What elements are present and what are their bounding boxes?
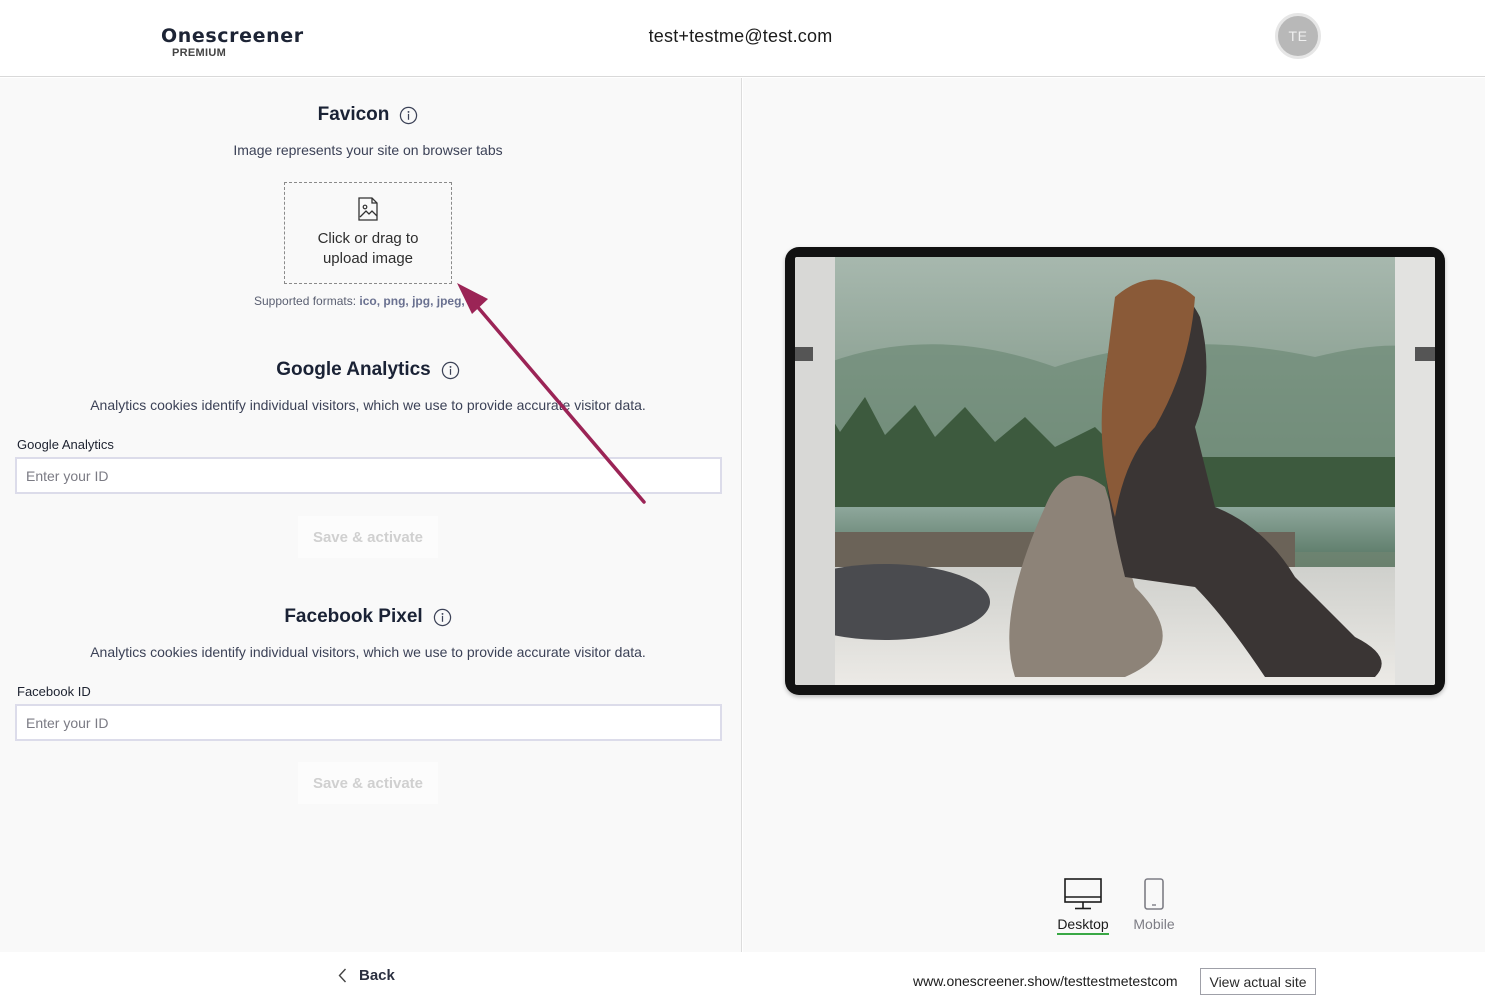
- back-button[interactable]: Back: [338, 967, 395, 984]
- facebook-id-field-label: Facebook ID: [17, 684, 91, 699]
- favicon-section-title: Favicon: [0, 104, 736, 126]
- desktop-label: Desktop: [1057, 916, 1109, 935]
- google-analytics-field-label: Google Analytics: [17, 437, 114, 452]
- google-analytics-title: Google Analytics: [276, 359, 431, 380]
- back-label: Back: [359, 967, 395, 984]
- desktop-monitor-icon: [1064, 878, 1102, 910]
- image-file-icon: [358, 197, 378, 221]
- user-email: test+testme@test.com: [648, 26, 833, 46]
- facebook-pixel-section-title: Facebook Pixel: [0, 606, 736, 628]
- chevron-left-icon: [338, 968, 347, 983]
- facebook-pixel-title: Facebook Pixel: [284, 606, 423, 627]
- avatar[interactable]: TE: [1275, 13, 1321, 59]
- mobile-view-toggle[interactable]: Mobile: [1126, 878, 1182, 932]
- info-icon[interactable]: [399, 106, 418, 125]
- facebook-pixel-description: Analytics cookies identify individual vi…: [90, 644, 646, 660]
- favicon-upload-dropzone[interactable]: Click or drag to upload image: [284, 182, 452, 284]
- view-actual-site-button[interactable]: View actual site: [1200, 968, 1316, 995]
- van-lake-photo: [795, 257, 1435, 685]
- favicon-description: Image represents your site on browser ta…: [233, 142, 503, 158]
- facebook-pixel-save-button[interactable]: Save & activate: [298, 762, 438, 804]
- mobile-phone-icon: [1144, 878, 1164, 910]
- google-analytics-description: Analytics cookies identify individual vi…: [90, 397, 646, 413]
- facebook-id-input[interactable]: [15, 704, 722, 741]
- info-icon[interactable]: [441, 361, 460, 380]
- brand-tier: PREMIUM: [172, 47, 227, 59]
- favicon-title: Favicon: [317, 104, 390, 125]
- preview-panel: Desktop Mobile: [743, 78, 1485, 952]
- footer-bar: Back www.onescreener.show/testtestmetest…: [0, 952, 1485, 1003]
- info-icon[interactable]: [433, 608, 452, 627]
- google-analytics-save-button[interactable]: Save & activate: [298, 516, 438, 558]
- tablet-preview-frame: [785, 247, 1445, 695]
- settings-panel: Favicon Image represents your site on br…: [0, 78, 742, 952]
- google-analytics-id-input[interactable]: [15, 457, 722, 494]
- mobile-label: Mobile: [1133, 916, 1175, 932]
- desktop-view-toggle[interactable]: Desktop: [1055, 878, 1111, 935]
- upload-instructions: Click or drag to upload image: [317, 230, 419, 267]
- preview-screen-image: [795, 257, 1435, 685]
- supported-formats: Supported formats: ico, png, jpg, jpeg, …: [254, 294, 483, 308]
- top-bar: Onescreener PREMIUM test+testme@test.com…: [0, 0, 1485, 77]
- google-analytics-section-title: Google Analytics: [0, 359, 736, 381]
- site-url: www.onescreener.show/testtestmetestcom: [913, 973, 1178, 989]
